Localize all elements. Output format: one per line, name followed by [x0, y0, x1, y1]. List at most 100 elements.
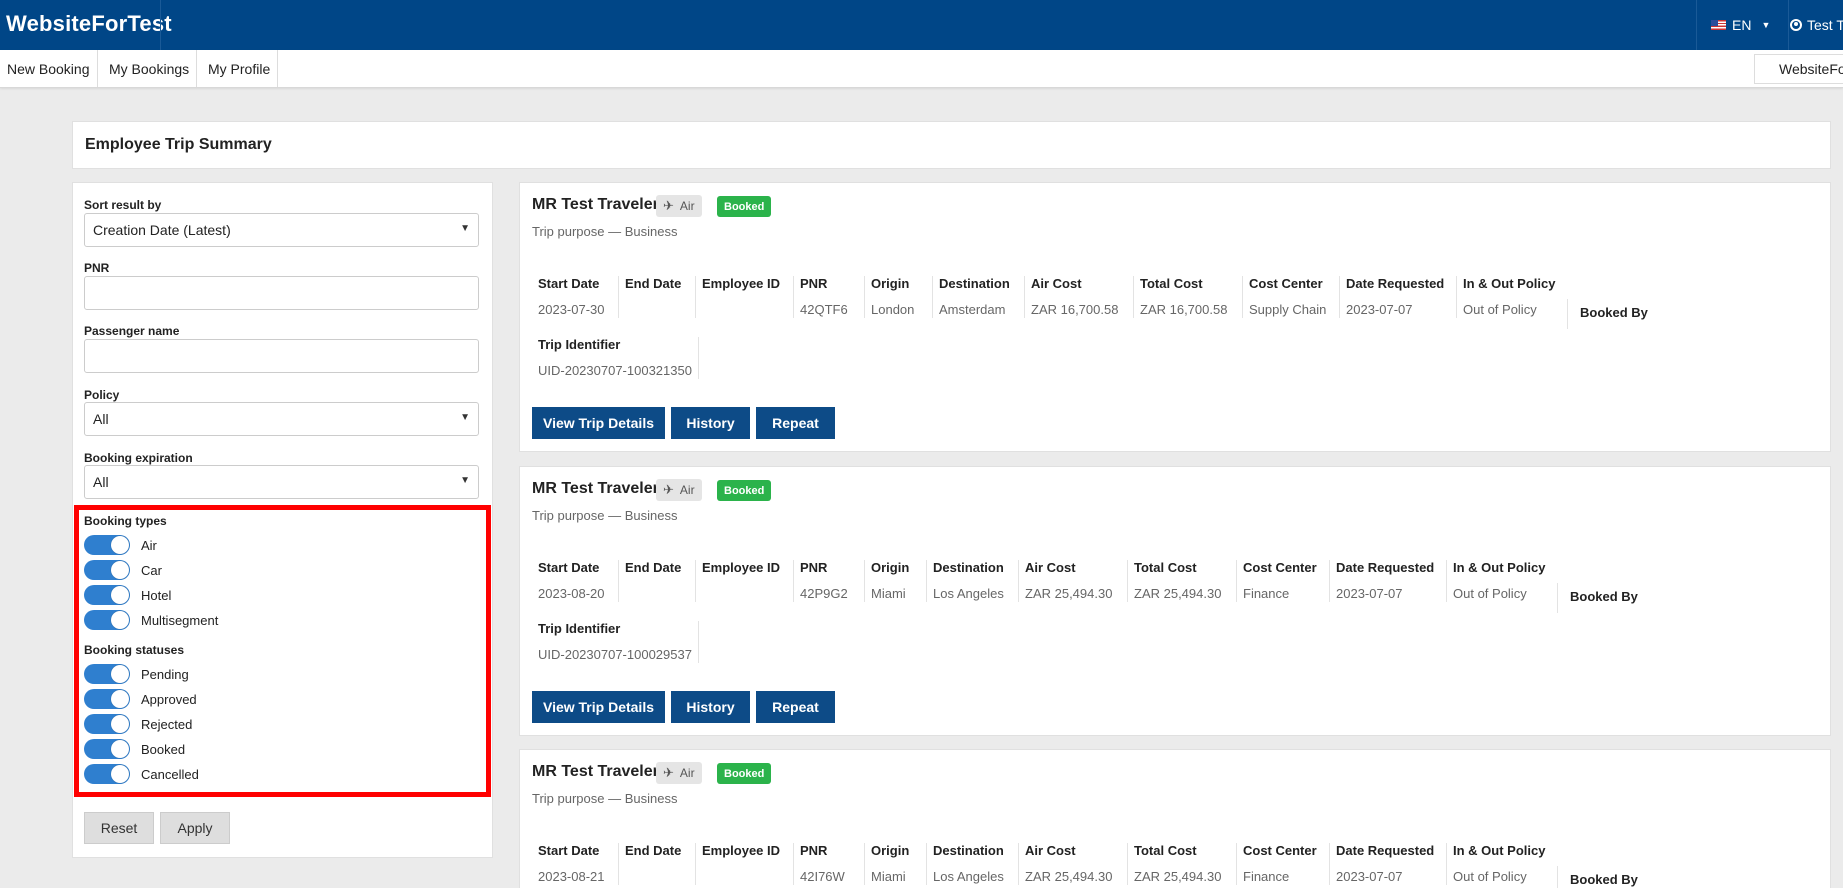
- end-date-header: End Date: [625, 560, 682, 575]
- start-date-header: Start Date: [538, 276, 600, 291]
- chevron-down-icon: ▼: [460, 412, 470, 423]
- air-cost-value: ZAR 25,494.30: [1025, 586, 1113, 601]
- repeat-button[interactable]: Repeat: [756, 691, 835, 723]
- repeat-button[interactable]: Repeat: [756, 407, 835, 439]
- sort-select[interactable]: Creation Date (Latest) ▼: [84, 213, 479, 247]
- toggle-label: Multisegment: [141, 612, 219, 628]
- toggle-label: Pending: [141, 666, 189, 682]
- trip-identifier-value: UID-20230707-100321350: [538, 363, 692, 378]
- date-requested-cell: Date Requested 2023-07-07: [1330, 843, 1447, 885]
- trip-identifier-cell: Trip Identifier UID-20230707-100321350: [532, 337, 699, 379]
- pnr-header: PNR: [800, 276, 828, 291]
- toggle-row-pending: Pending: [84, 664, 189, 684]
- total-cost-header: Total Cost: [1134, 560, 1197, 575]
- end-date-header: End Date: [625, 843, 682, 858]
- pnr-input[interactable]: [84, 276, 479, 310]
- status-badge: Booked: [717, 480, 772, 501]
- toggle-row-booked: Booked: [84, 739, 185, 759]
- toggle-switch[interactable]: [84, 764, 130, 784]
- total-cost-header: Total Cost: [1134, 843, 1197, 858]
- history-button[interactable]: History: [671, 691, 750, 723]
- expiration-value: All: [93, 474, 109, 490]
- view-trip-details-button[interactable]: View Trip Details: [532, 407, 665, 439]
- cost-center-cell: Cost Center Finance: [1237, 843, 1330, 885]
- toggle-label: Approved: [141, 691, 197, 707]
- air-cost-cell: Air Cost ZAR 16,700.58: [1025, 276, 1134, 318]
- us-flag-icon: [1711, 20, 1726, 30]
- nav-my-bookings[interactable]: My Bookings: [102, 50, 198, 87]
- cost-center-value: Supply Chain: [1249, 302, 1327, 317]
- total-cost-value: ZAR 25,494.30: [1134, 869, 1222, 884]
- toggle-switch[interactable]: [84, 714, 130, 734]
- toggle-switch[interactable]: [84, 739, 130, 759]
- nav-right-link[interactable]: WebsiteFor: [1754, 54, 1843, 84]
- pnr-label: PNR: [84, 261, 110, 275]
- trip-card: MR Test Traveler ✈ Air Booked Trip purpo…: [519, 182, 1831, 452]
- view-trip-details-button[interactable]: View Trip Details: [532, 691, 665, 723]
- destination-value: Los Angeles: [933, 869, 1004, 884]
- toggle-label: Hotel: [141, 587, 172, 603]
- passenger-label: Passenger name: [84, 324, 180, 338]
- pnr-cell: PNR 42I76W: [794, 843, 865, 885]
- language-selector[interactable]: EN ▼: [1696, 0, 1790, 50]
- user-menu[interactable]: Test Tr: [1790, 0, 1843, 50]
- toggle-switch[interactable]: [84, 689, 130, 709]
- trip-purpose: Trip purpose — Business: [532, 791, 678, 806]
- reset-button[interactable]: Reset: [84, 812, 154, 844]
- booking-type-badge: ✈ Air: [656, 762, 702, 784]
- apply-button[interactable]: Apply: [160, 812, 230, 844]
- toggle-switch[interactable]: [84, 585, 130, 605]
- policy-value: Out of Policy: [1463, 302, 1537, 317]
- origin-header: Origin: [871, 843, 910, 858]
- page-title: Employee Trip Summary: [72, 121, 1831, 169]
- nav-my-profile[interactable]: My Profile: [201, 50, 279, 87]
- start-date-cell: Start Date 2023-08-21: [532, 843, 619, 885]
- origin-value: Miami: [871, 586, 906, 601]
- air-cost-header: Air Cost: [1031, 276, 1082, 291]
- toggle-switch[interactable]: [84, 610, 130, 630]
- start-date-header: Start Date: [538, 560, 600, 575]
- history-button[interactable]: History: [671, 407, 750, 439]
- pnr-header: PNR: [800, 560, 828, 575]
- booking-types-label: Booking types: [84, 514, 167, 528]
- brand-divider: [160, 0, 161, 50]
- traveler-name: MR Test Traveler: [532, 763, 659, 780]
- air-cost-cell: Air Cost ZAR 25,494.30: [1019, 560, 1128, 602]
- booking-type-badge: ✈ Air: [656, 479, 702, 501]
- toggle-row-approved: Approved: [84, 689, 197, 709]
- policy-value: Out of Policy: [1453, 586, 1527, 601]
- cost-center-header: Cost Center: [1243, 560, 1317, 575]
- destination-header: Destination: [939, 276, 1010, 291]
- policy-select[interactable]: All ▼: [84, 402, 479, 436]
- toggle-switch[interactable]: [84, 535, 130, 555]
- toggle-label: Air: [141, 537, 157, 553]
- user-icon: [1790, 19, 1802, 31]
- policy-value: All: [93, 411, 109, 427]
- air-cost-header: Air Cost: [1025, 843, 1076, 858]
- expiration-label: Booking expiration: [84, 451, 193, 465]
- nav-new-booking[interactable]: New Booking: [0, 50, 98, 87]
- toggle-switch[interactable]: [84, 560, 130, 580]
- toggle-label: Rejected: [141, 716, 193, 732]
- sort-value: Creation Date (Latest): [93, 222, 231, 238]
- total-cost-cell: Total Cost ZAR 16,700.58: [1134, 276, 1243, 318]
- chevron-down-icon: ▼: [460, 223, 470, 234]
- end-date-cell: End Date: [619, 276, 696, 318]
- filters-panel: Sort result by Creation Date (Latest) ▼ …: [72, 182, 493, 858]
- cost-center-value: Finance: [1243, 586, 1290, 601]
- trip-card: MR Test Traveler ✈ Air Booked Trip purpo…: [519, 466, 1831, 736]
- policy-header: In & Out Policy: [1463, 276, 1556, 291]
- origin-cell: Origin Miami: [865, 560, 927, 602]
- passenger-input[interactable]: [84, 339, 479, 373]
- expiration-select[interactable]: All ▼: [84, 465, 479, 499]
- booked-by-header: Booked By: [1557, 583, 1650, 613]
- destination-cell: Destination Los Angeles: [927, 843, 1019, 885]
- pnr-header: PNR: [800, 843, 828, 858]
- toggle-label: Car: [141, 562, 162, 578]
- toggle-switch[interactable]: [84, 664, 130, 684]
- total-cost-cell: Total Cost ZAR 25,494.30: [1128, 560, 1237, 602]
- trip-purpose: Trip purpose — Business: [532, 508, 678, 523]
- start-date-value: 2023-08-20: [538, 586, 605, 601]
- policy-cell: In & Out Policy Out of Policy: [1447, 843, 1561, 885]
- brand-logo[interactable]: WebsiteForTest: [6, 11, 172, 37]
